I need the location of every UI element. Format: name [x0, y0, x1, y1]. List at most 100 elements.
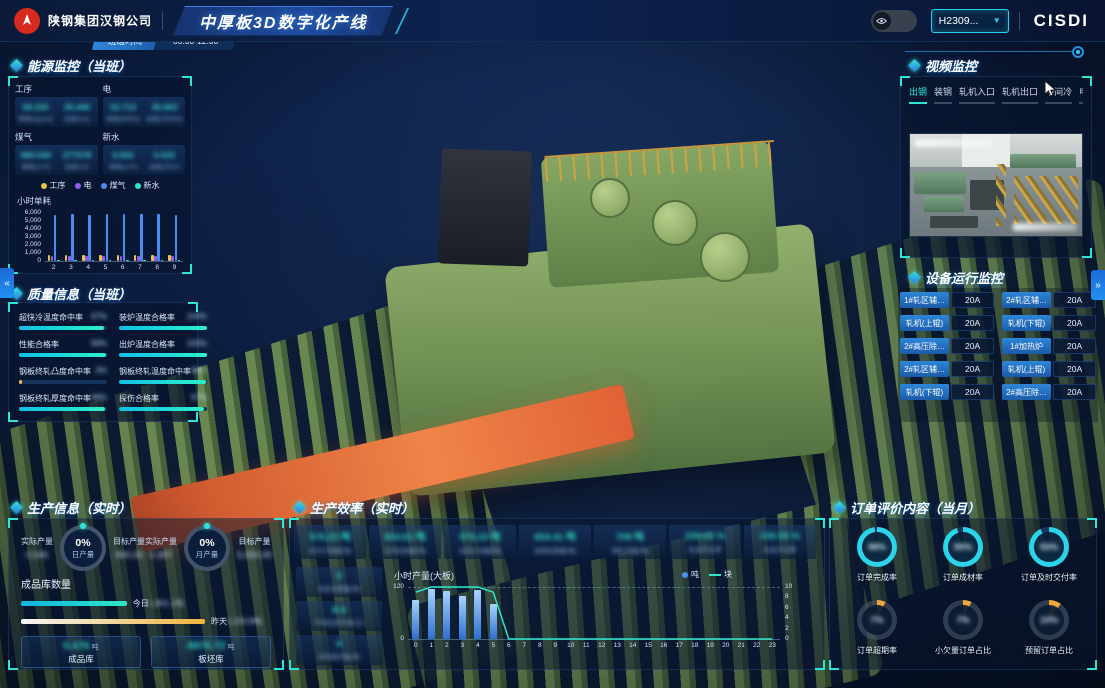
- y-right-tick: 10: [785, 583, 792, 590]
- x-tick-label: 9: [166, 264, 183, 271]
- x-tick-label: 21: [734, 642, 750, 649]
- chart-bar: [140, 214, 143, 261]
- view-selector-value: H2309...: [939, 15, 979, 27]
- quality-bar-track: [19, 353, 107, 357]
- equipment-value-chip: 20A: [951, 338, 994, 354]
- energy-group: 新水0.652单耗(m³/t)0.915总耗(万m³): [103, 131, 186, 175]
- y-right-tick: 8: [785, 593, 789, 600]
- video-tab-1[interactable]: 出钢: [909, 85, 927, 104]
- slab-store-card: 8876.72吨 板坯库: [151, 636, 271, 668]
- energy-value: 0.652: [112, 150, 133, 160]
- energy-value: 39.449: [64, 102, 90, 112]
- efficiency-value: 100.00 %: [685, 531, 725, 542]
- y-left-tick: 120: [390, 583, 404, 590]
- video-tab-4[interactable]: 轧机出口: [1002, 85, 1038, 104]
- quality-bar-track: [119, 407, 207, 411]
- y-right-tick: 6: [785, 604, 789, 611]
- x-tick-label: 3: [455, 642, 471, 649]
- energy-stat: 0.915总耗(万m³): [144, 145, 185, 175]
- chart-bar: [51, 256, 54, 261]
- energy-group-card: 52.713单耗(kWh/t)30.683总耗(万kWh): [103, 97, 186, 127]
- x-tick-label: 17: [672, 642, 688, 649]
- equipment-name-chip[interactable]: 2#高压除…: [900, 338, 949, 354]
- panel-diamond-icon: [908, 271, 921, 284]
- order-gauge-percent: 10%: [1029, 600, 1069, 640]
- legend-label: 工序: [50, 180, 66, 191]
- efficiency-stat-cell: 576.23 吨当天计划量(吨): [294, 525, 366, 559]
- x-tick-label: 4: [470, 642, 486, 649]
- video-tab-6[interactable]: 电加热…: [1079, 85, 1083, 104]
- x-tick-label: 20: [718, 642, 734, 649]
- equipment-value-chip: 20A: [951, 292, 994, 308]
- chart-bar: [143, 260, 146, 261]
- chart-bar: [85, 256, 88, 261]
- energy-unit: 总耗(万m³): [149, 161, 180, 171]
- chart-bar: [126, 260, 129, 261]
- quality-item: 钢板终轧温度命中率99%: [119, 366, 207, 385]
- visibility-toggle[interactable]: [871, 10, 917, 32]
- quality-bar-fill: [19, 380, 22, 384]
- x-tick-label: 19: [703, 642, 719, 649]
- chart-bar: [68, 256, 71, 261]
- energy-unit: 单耗(kWh/t): [106, 113, 140, 123]
- panel-diamond-icon: [10, 501, 23, 514]
- quality-label: 钢板终轧厚度命中率: [19, 393, 91, 404]
- left-panel-collapse-handle[interactable]: «: [0, 268, 14, 298]
- equipment-name-chip[interactable]: 轧机(上辊): [900, 315, 949, 331]
- x-tick-label: 5: [486, 642, 502, 649]
- orders-panel: 98%订单完成率95%订单成材率93%订单及时交付率7%订单超期率7%小欠量订单…: [829, 518, 1097, 670]
- equipment-name-chip[interactable]: 轧机(下辊): [1002, 315, 1051, 331]
- chart-bar: [102, 256, 105, 261]
- monthly-output-gauge: 实际产量 0.397 0% 月产量 目标产量 5,000.00: [145, 525, 272, 571]
- video-tab-2[interactable]: 装钢: [934, 85, 952, 104]
- quality-bar-fill: [19, 353, 106, 357]
- y-tick-label: 1,000: [15, 249, 41, 256]
- panel-diamond-icon: [293, 501, 306, 514]
- equipment-row: 1#加热炉20A: [1002, 338, 1096, 354]
- y-right-tick: 2: [785, 625, 789, 632]
- view-selector-dropdown[interactable]: H2309... ▼: [931, 9, 1009, 33]
- video-panel-title: 视频监控: [910, 56, 977, 75]
- video-feed-thumbnail[interactable]: [909, 133, 1083, 237]
- video-overlay-timestamp: [915, 139, 993, 147]
- equipment-name-chip[interactable]: 2#轧区辅…: [1002, 292, 1051, 308]
- legend-dot-icon: [101, 183, 107, 189]
- mouse-cursor: [1044, 80, 1058, 98]
- x-tick-label: 2: [439, 642, 455, 649]
- equipment-name-chip[interactable]: 轧机(上辊): [1002, 361, 1051, 377]
- equipment-name-chip[interactable]: 2#轧区辅…: [900, 361, 949, 377]
- chart-bar: [71, 214, 74, 261]
- equipment-name-chip[interactable]: 2#高压除…: [1002, 384, 1051, 400]
- x-tick-label: 11: [579, 642, 595, 649]
- x-tick-label: 6: [501, 642, 517, 649]
- top-bar: 陕钢集团汉钢公司 中厚板3D数字化产线 H2309... ▼ CISDI: [0, 0, 1105, 42]
- company-name: 陕钢集团汉钢公司: [48, 12, 152, 29]
- x-tick-label: 14: [625, 642, 641, 649]
- quality-percent: 100%: [187, 312, 207, 323]
- efficiency-side-stats: 0当班出钢量(块)8.4平均轧制节奏(分)0当班装炉量(块): [296, 567, 382, 665]
- side-stat-value: 8.4: [332, 605, 345, 616]
- video-panel: 出钢装钢轧机入口轧机出口中间冷电加热…: [900, 76, 1092, 258]
- x-tick-label: 3: [62, 264, 79, 271]
- y-tick-label: 2,000: [15, 241, 41, 248]
- quality-item-head: 钢板终轧凸度命中率3%: [19, 366, 107, 377]
- quality-panel: 超快冷温度命中率97%装炉温度合格率100%性能合格率99%出炉温度合格率100…: [8, 302, 198, 422]
- equipment-name-chip[interactable]: 1#轧区辅…: [900, 292, 949, 308]
- eye-icon: [873, 12, 891, 30]
- quality-item: 探伤合格率97%: [119, 393, 207, 412]
- x-tick-label: 4: [80, 264, 97, 271]
- quality-percent: 97%: [191, 393, 207, 404]
- equipment-name-chip[interactable]: 1#加热炉: [1002, 338, 1051, 354]
- right-panel-expand-handle[interactable]: »: [1091, 270, 1105, 300]
- legend-dot-icon: [41, 183, 47, 189]
- energy-group: 电52.713单耗(kWh/t)30.683总耗(万kWh): [103, 83, 186, 127]
- energy-unit: 总耗(m³): [64, 161, 89, 171]
- equipment-name-chip[interactable]: 轧机(下辊): [900, 384, 949, 400]
- side-stat-value: 0: [336, 571, 341, 582]
- legend-label: 新水: [144, 180, 160, 191]
- quality-item-head: 探伤合格率97%: [119, 393, 207, 404]
- video-tab-3[interactable]: 轧机入口: [959, 85, 995, 104]
- order-gauge-label: 订单超期率: [857, 645, 897, 656]
- chart-bar: [92, 260, 95, 261]
- order-gauge-percent: 98%: [857, 527, 897, 567]
